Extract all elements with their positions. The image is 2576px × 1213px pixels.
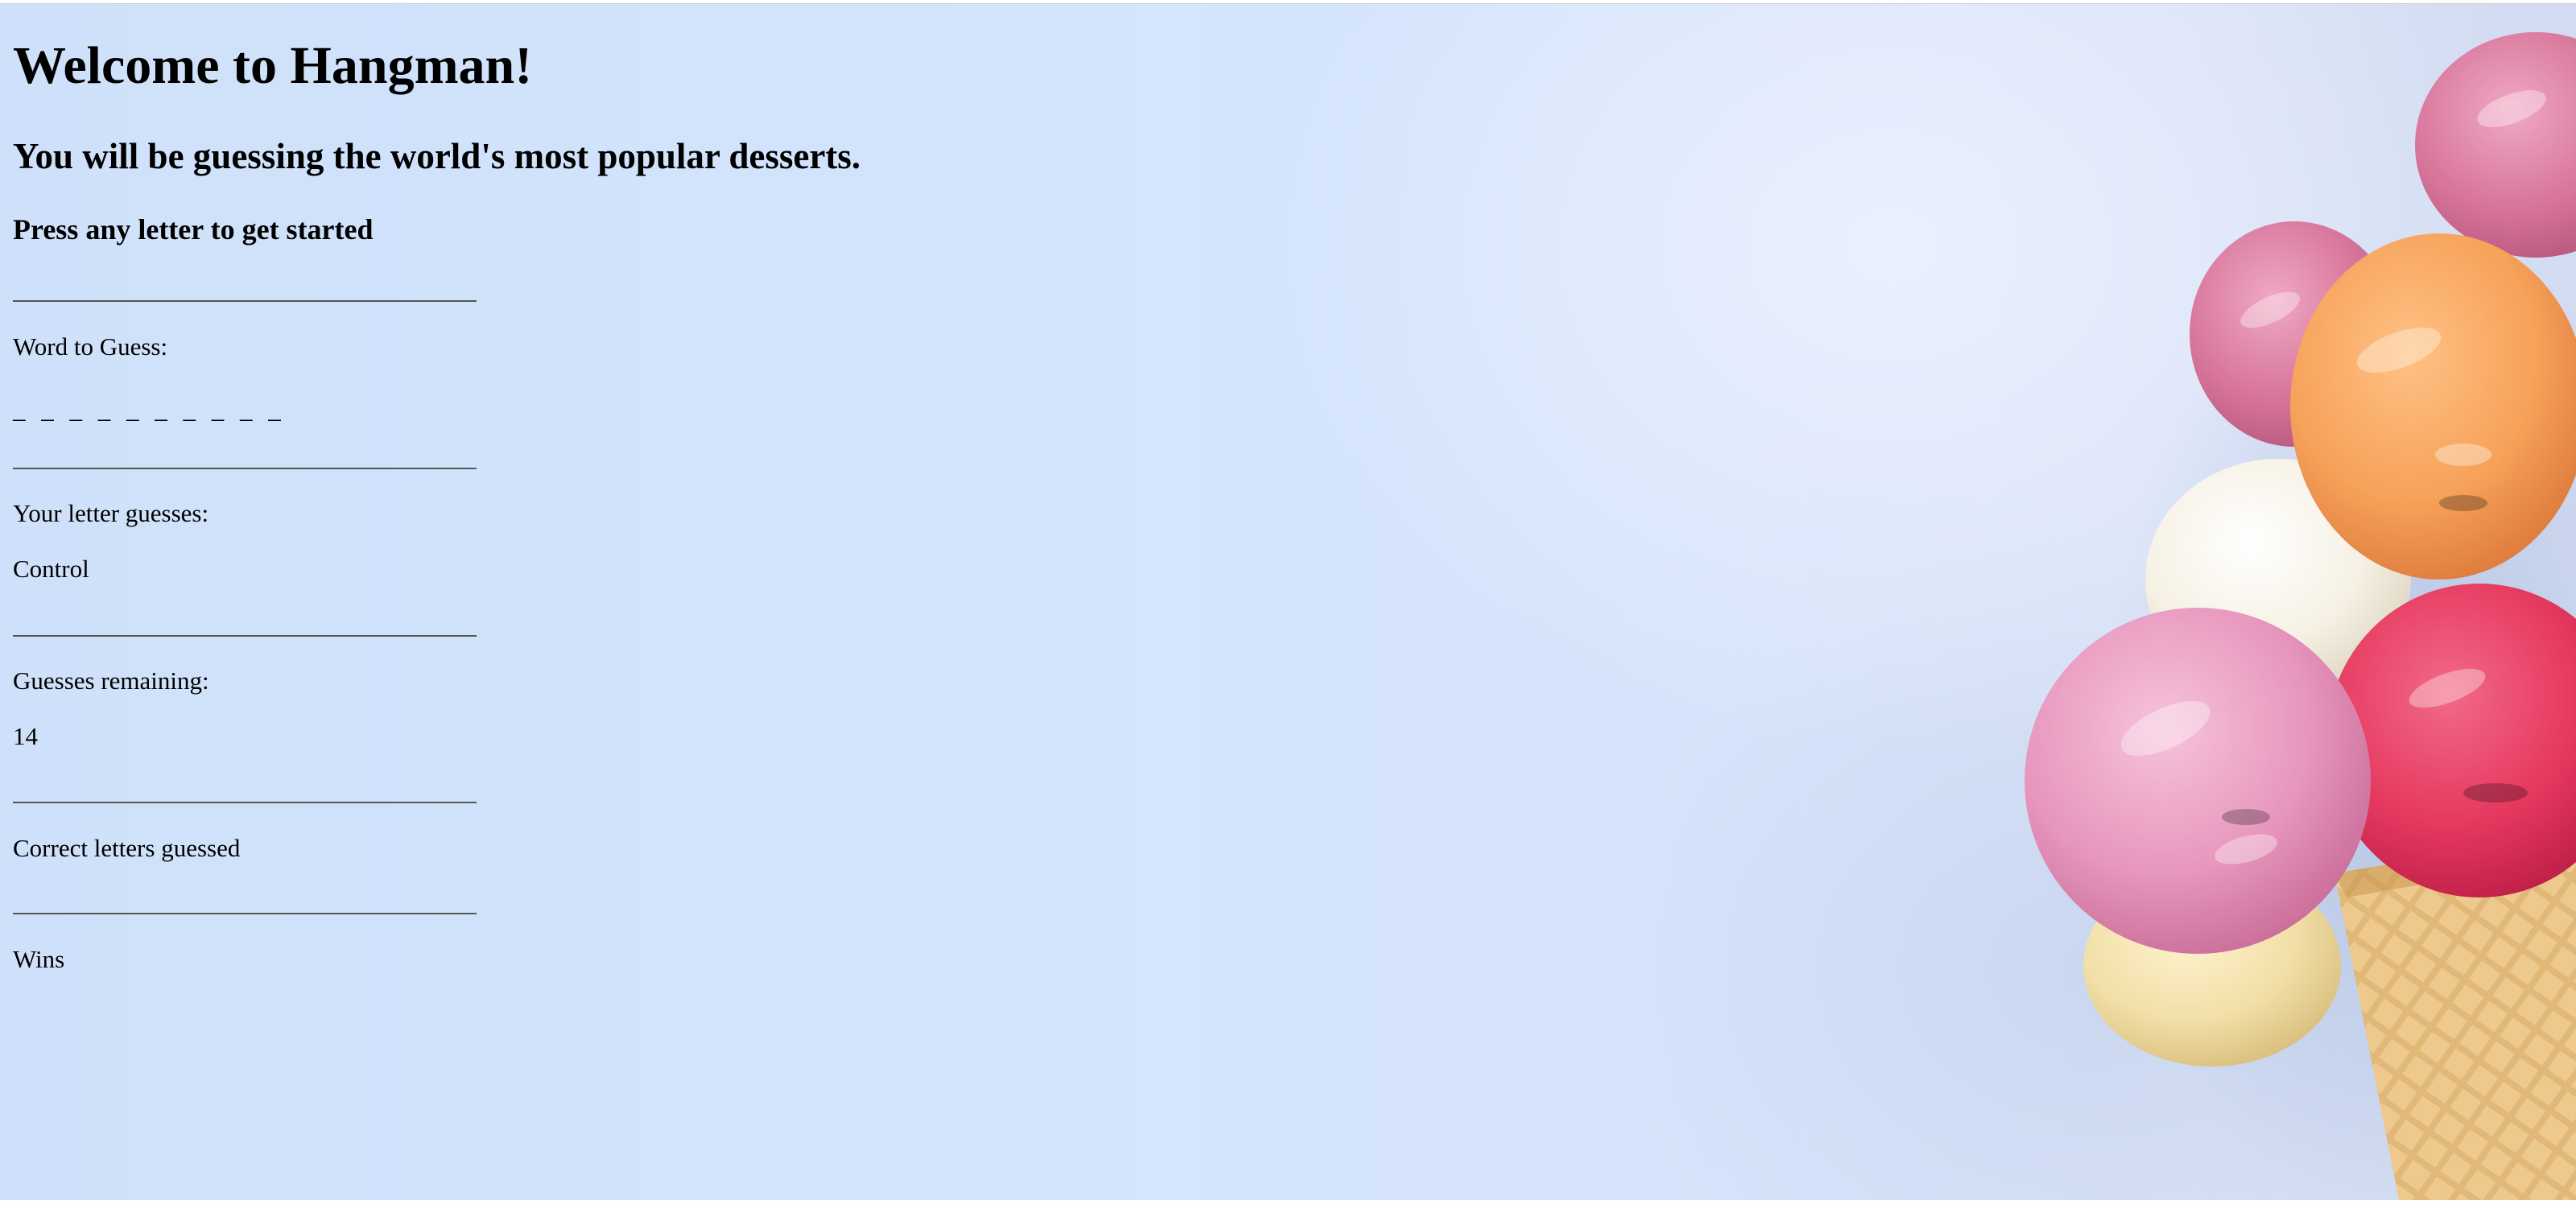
divider [13, 635, 477, 637]
word-display: _ _ _ _ _ _ _ _ _ _ [13, 395, 286, 423]
divider [13, 802, 477, 803]
divider [13, 913, 477, 914]
start-instruction: Press any letter to get started [13, 213, 374, 245]
word-label: Word to Guess: [13, 332, 168, 361]
guesses-label: Your letter guesses: [13, 499, 209, 527]
page-title: Welcome to Hangman! [13, 36, 533, 95]
page-background: Welcome to Hangman! You will be guessing… [0, 3, 2576, 1200]
guesses-value: Control [13, 555, 89, 583]
remaining-label: Guesses remaining: [13, 666, 209, 695]
wins-label: Wins [13, 945, 65, 973]
divider [13, 300, 477, 302]
ice-cream-cone-image [2025, 32, 2576, 1200]
divider [13, 468, 477, 469]
correct-label: Correct letters guessed [13, 834, 241, 862]
remaining-value: 14 [13, 722, 38, 750]
page-subtitle: You will be guessing the world's most po… [13, 136, 861, 176]
